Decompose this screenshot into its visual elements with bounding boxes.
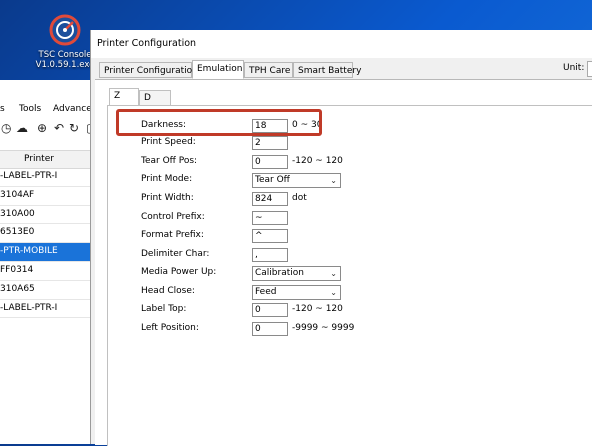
print-mode-value: Tear Off [255, 175, 290, 185]
label-top-range: -120 ~ 120 [292, 304, 343, 314]
control-prefix-label: Control Prefix: [141, 212, 205, 222]
gauge-icon [49, 14, 81, 46]
menu-item-settings[interactable]: s [0, 104, 5, 114]
printer-configuration-window: Printer Configuration Printer Configurat… [90, 30, 592, 446]
undo-icon[interactable]: ↶ [54, 121, 64, 135]
unit-label: Unit: [563, 63, 585, 73]
print-speed-label: Print Speed: [141, 137, 196, 147]
head-close-select[interactable]: Feed ⌄ [252, 285, 341, 300]
print-width-input[interactable]: 824 [252, 192, 288, 206]
print-mode-select[interactable]: Tear Off ⌄ [252, 173, 341, 188]
media-power-up-label: Media Power Up: [141, 267, 217, 277]
refresh-icon[interactable]: ↻ [69, 121, 79, 135]
head-close-value: Feed [255, 287, 277, 297]
print-mode-label: Print Mode: [141, 174, 193, 184]
tear-off-pos-input[interactable]: 0 [252, 155, 288, 169]
printer-row[interactable]: 310A00 [0, 206, 100, 225]
printer-column-label: Printer [24, 154, 54, 164]
print-width-label: Print Width: [141, 193, 194, 203]
crosshair-icon[interactable]: ⊕ [37, 121, 47, 135]
left-position-range: -9999 ~ 9999 [292, 323, 355, 333]
window-title: Printer Configuration [97, 38, 197, 49]
tab-printer-configuration[interactable]: Printer Configuration [99, 62, 198, 78]
toolbar: ◷ ☁ ⊕ ↶ ↻ ▢ [0, 120, 100, 138]
label-top-label: Label Top: [141, 304, 187, 314]
tsc-console-window: s Tools Advanced ◷ ☁ ⊕ ↶ ↻ ▢ Printer -LA… [0, 80, 101, 444]
chevron-down-icon: ⌄ [330, 176, 337, 185]
tab-tph-care[interactable]: TPH Care [244, 62, 293, 78]
label-top-input[interactable]: 0 [252, 303, 288, 317]
unit-select[interactable] [587, 61, 592, 77]
head-close-label: Head Close: [141, 286, 195, 296]
printer-row[interactable]: 310A65 [0, 281, 100, 300]
printer-row[interactable]: -LABEL-PTR-I [0, 300, 100, 319]
printer-row[interactable]: 3104AF [0, 187, 100, 206]
print-width-unit: dot [292, 193, 307, 203]
delimiter-char-input[interactable]: , [252, 248, 288, 262]
media-power-up-value: Calibration [255, 268, 304, 278]
cloud-upload-icon[interactable]: ☁ [16, 121, 28, 135]
tear-off-pos-label: Tear Off Pos: [141, 156, 198, 166]
format-prefix-label: Format Prefix: [141, 230, 204, 240]
printer-list: -LABEL-PTR-I 3104AF 310A00 6513E0 -PTR-M… [0, 168, 100, 319]
media-power-up-select[interactable]: Calibration ⌄ [252, 266, 341, 281]
menu-bar: s Tools Advanced [0, 102, 100, 118]
tab-smart-battery[interactable]: Smart Battery [293, 62, 361, 78]
chevron-down-icon: ⌄ [330, 288, 337, 297]
tab-emulation[interactable]: Emulation [192, 60, 244, 79]
printer-row[interactable]: FF0314 [0, 262, 100, 281]
format-prefix-input[interactable]: ^ [252, 229, 288, 243]
left-position-label: Left Position: [141, 323, 199, 333]
print-speed-input[interactable]: 2 [252, 136, 288, 150]
clock-icon[interactable]: ◷ [1, 121, 11, 135]
left-position-input[interactable]: 0 [252, 322, 288, 336]
menu-item-tools[interactable]: Tools [19, 104, 41, 114]
window-titlebar[interactable]: Printer Configuration [91, 30, 592, 58]
printer-row-selected[interactable]: -PTR-MOBILE [0, 243, 100, 262]
subtab-d[interactable]: D [139, 90, 171, 106]
control-prefix-input[interactable]: ~ [252, 211, 288, 225]
printer-row[interactable]: -LABEL-PTR-I [0, 168, 100, 187]
zpl-settings: Darkness: 18 0 ~ 30 Print Speed: 2 Tear … [107, 105, 592, 446]
darkness-highlight-box [116, 109, 322, 136]
subtab-z[interactable]: Z [109, 88, 139, 106]
delimiter-char-label: Delimiter Char: [141, 249, 210, 259]
tear-off-pos-range: -120 ~ 120 [292, 156, 343, 166]
chevron-down-icon: ⌄ [330, 269, 337, 278]
printer-column-header[interactable]: Printer [0, 150, 100, 169]
printer-row[interactable]: 6513E0 [0, 224, 100, 244]
